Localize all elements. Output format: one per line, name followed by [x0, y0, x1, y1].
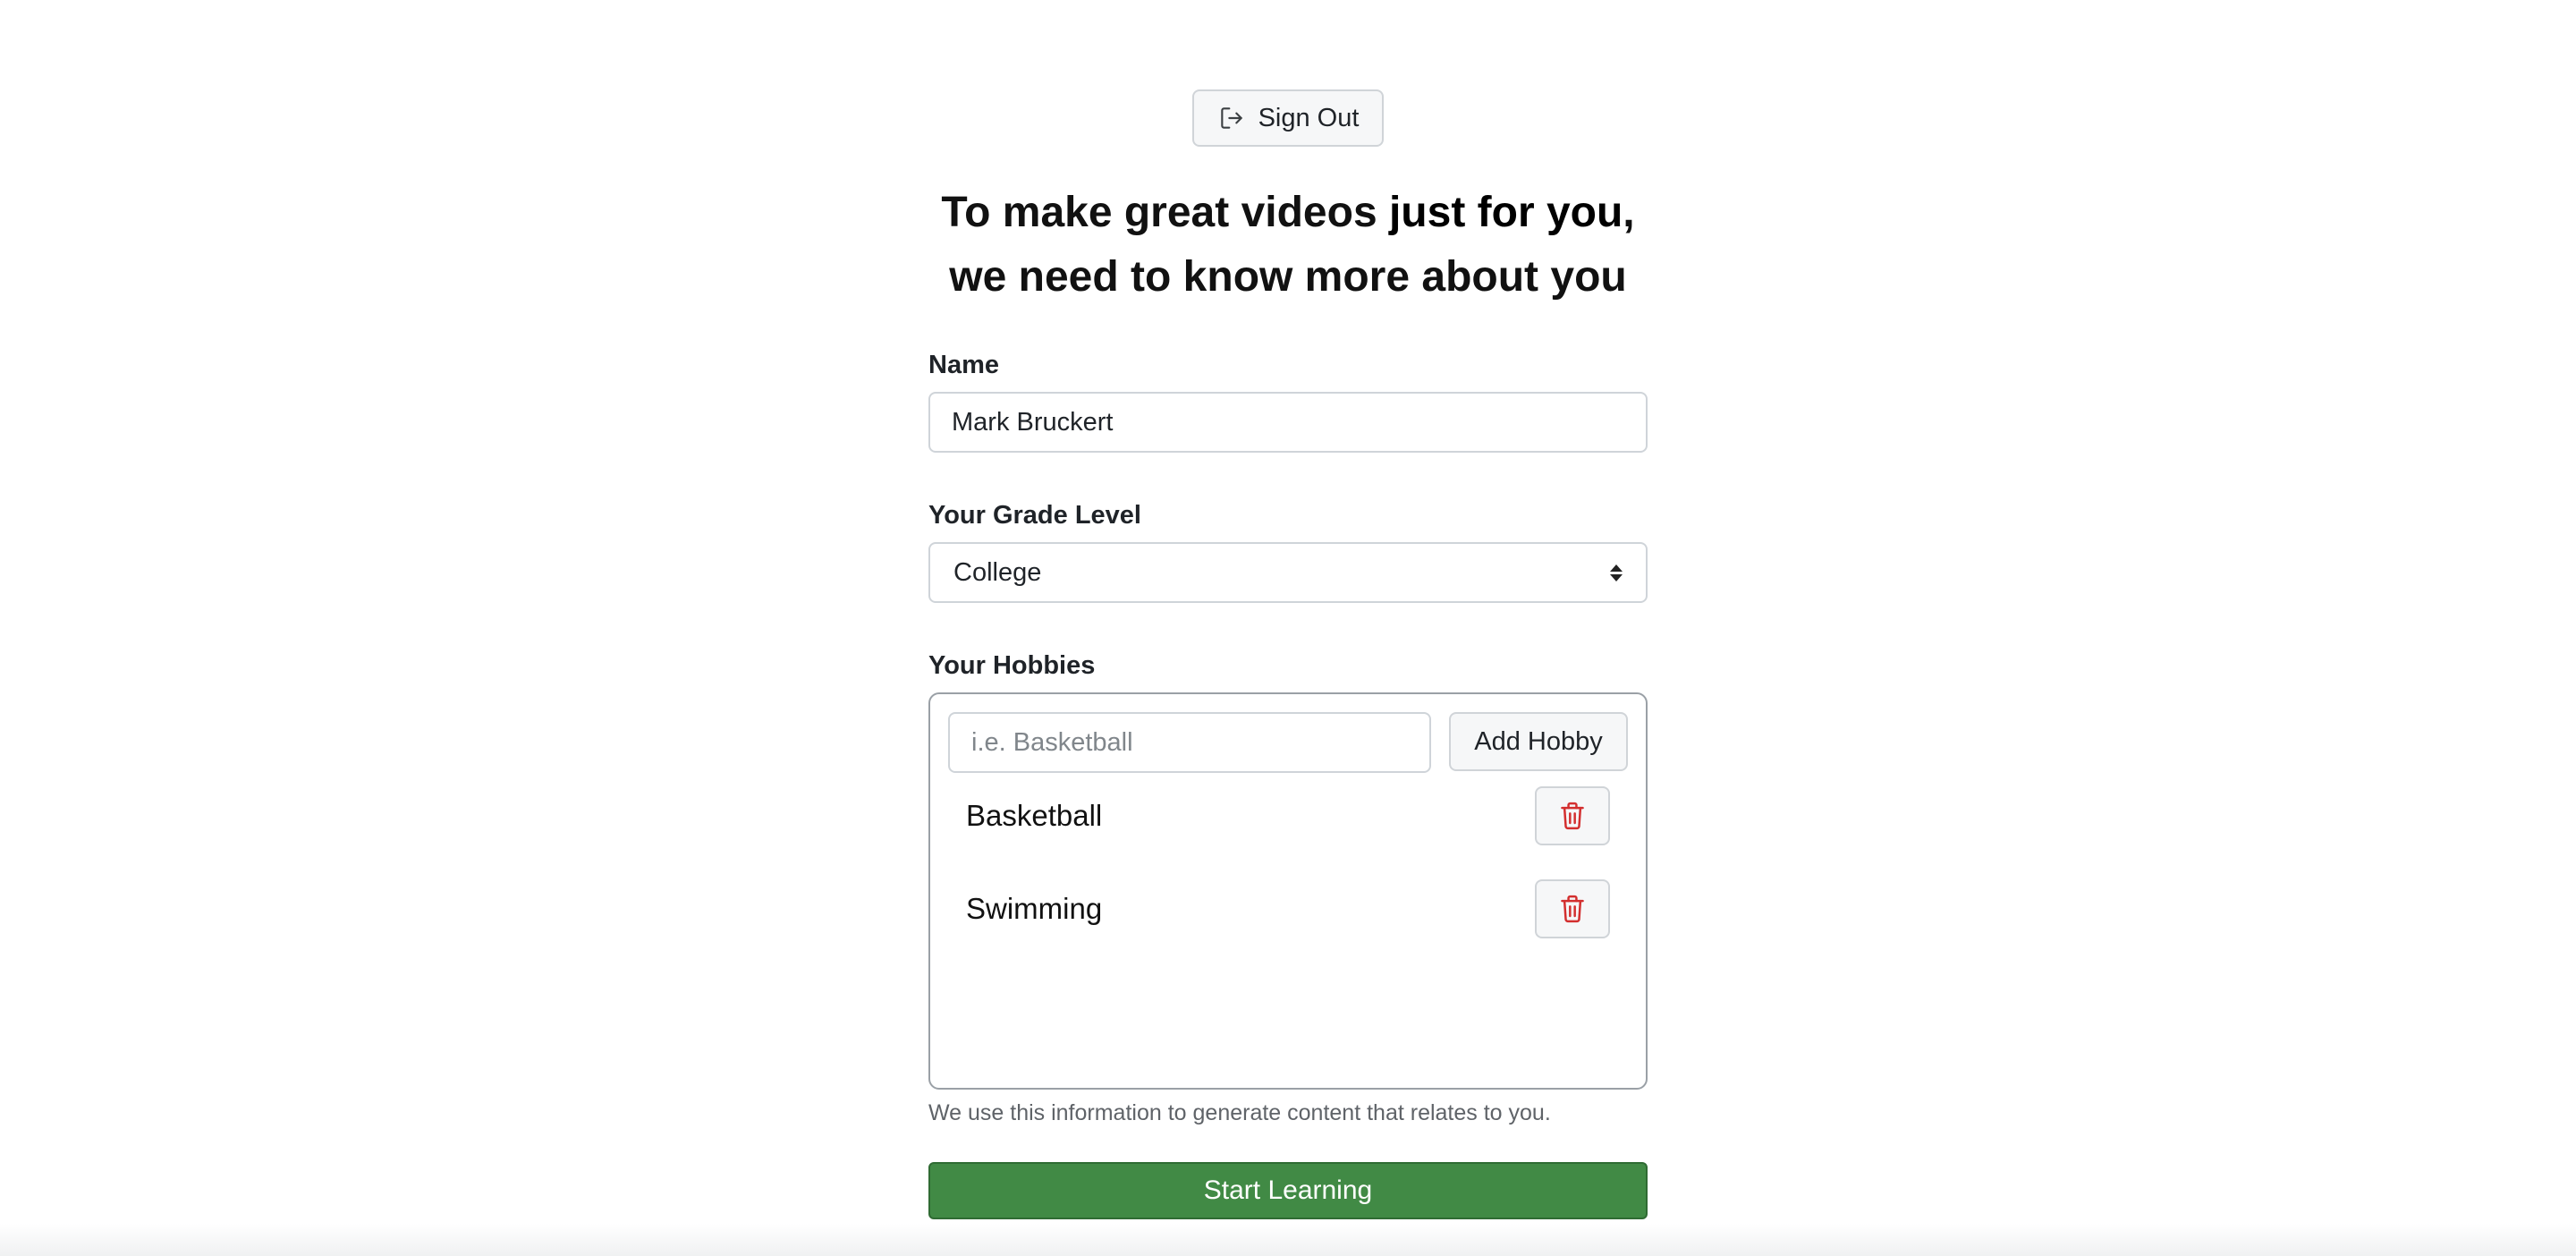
- profile-form: Name Mark Bruckert Your Grade Level Coll…: [928, 347, 1648, 1219]
- sign-out-button[interactable]: Sign Out: [1192, 89, 1384, 147]
- headline-emphasis: just for you: [1388, 189, 1623, 236]
- name-label: Name: [928, 351, 999, 379]
- select-caret-icon: [1610, 564, 1623, 581]
- trash-icon: [1561, 895, 1584, 923]
- hobby-name: Swimming: [966, 892, 1103, 925]
- hobby-list-item: Swimming: [948, 878, 1628, 939]
- headline-line-1-end: ,: [1623, 189, 1635, 236]
- name-value: Mark Bruckert: [952, 407, 1114, 437]
- sign-out-icon: [1220, 107, 1242, 129]
- grade-level-label: Your Grade Level: [928, 501, 1141, 530]
- helper-text: We use this information to generate cont…: [928, 1100, 1551, 1125]
- name-field[interactable]: Mark Bruckert: [928, 392, 1648, 453]
- page-title: To make great videos just for you, we ne…: [841, 181, 1735, 310]
- sign-out-label: Sign Out: [1258, 103, 1360, 132]
- delete-hobby-button[interactable]: [1535, 879, 1610, 938]
- headline-line-1: To make great videos just for you,: [841, 181, 1735, 245]
- hobby-input-placeholder: i.e. Basketball: [971, 727, 1133, 757]
- hobby-list-item: Basketball: [948, 785, 1628, 846]
- page: Sign Out To make great videos just for y…: [0, 0, 2576, 1256]
- hobbies-label: Your Hobbies: [928, 651, 1096, 680]
- headline-line-2: we need to know more about you: [949, 253, 1627, 301]
- hobby-name: Basketball: [966, 799, 1103, 832]
- add-hobby-button[interactable]: Add Hobby: [1449, 712, 1628, 771]
- hobby-input[interactable]: i.e. Basketball: [948, 712, 1431, 773]
- grade-level-value: College: [953, 557, 1042, 587]
- grade-level-select[interactable]: College: [928, 542, 1648, 603]
- delete-hobby-button[interactable]: [1535, 786, 1610, 845]
- headline-line-1-start: To make great videos: [941, 189, 1389, 236]
- trash-icon: [1561, 802, 1584, 830]
- hobbies-panel: i.e. Basketball Add Hobby Basketball Swi…: [928, 692, 1648, 1090]
- start-learning-button[interactable]: Start Learning: [928, 1162, 1648, 1219]
- bottom-shadow: [0, 1224, 2576, 1256]
